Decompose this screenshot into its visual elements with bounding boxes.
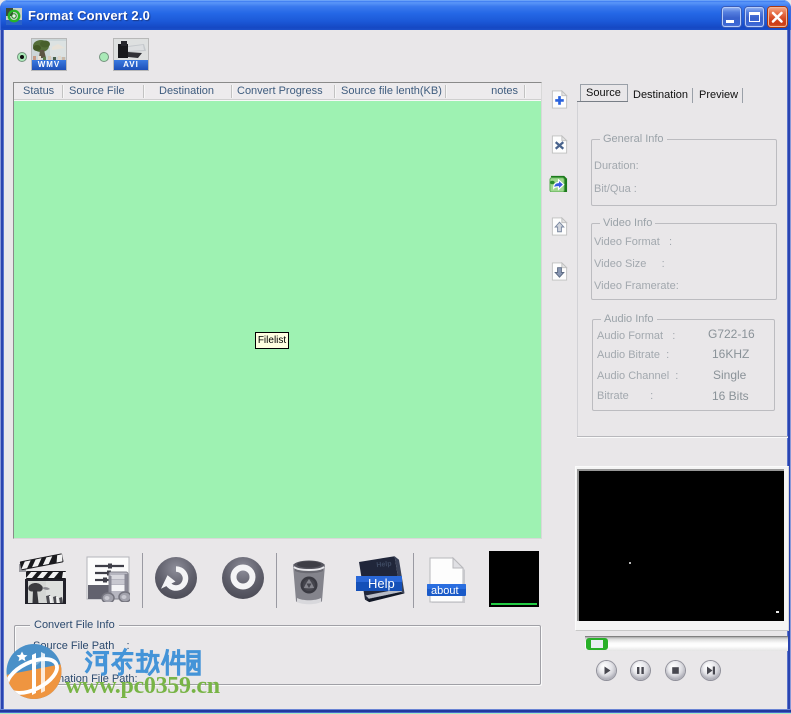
svg-text:Help: Help (368, 576, 395, 591)
svg-text:about: about (431, 585, 459, 597)
